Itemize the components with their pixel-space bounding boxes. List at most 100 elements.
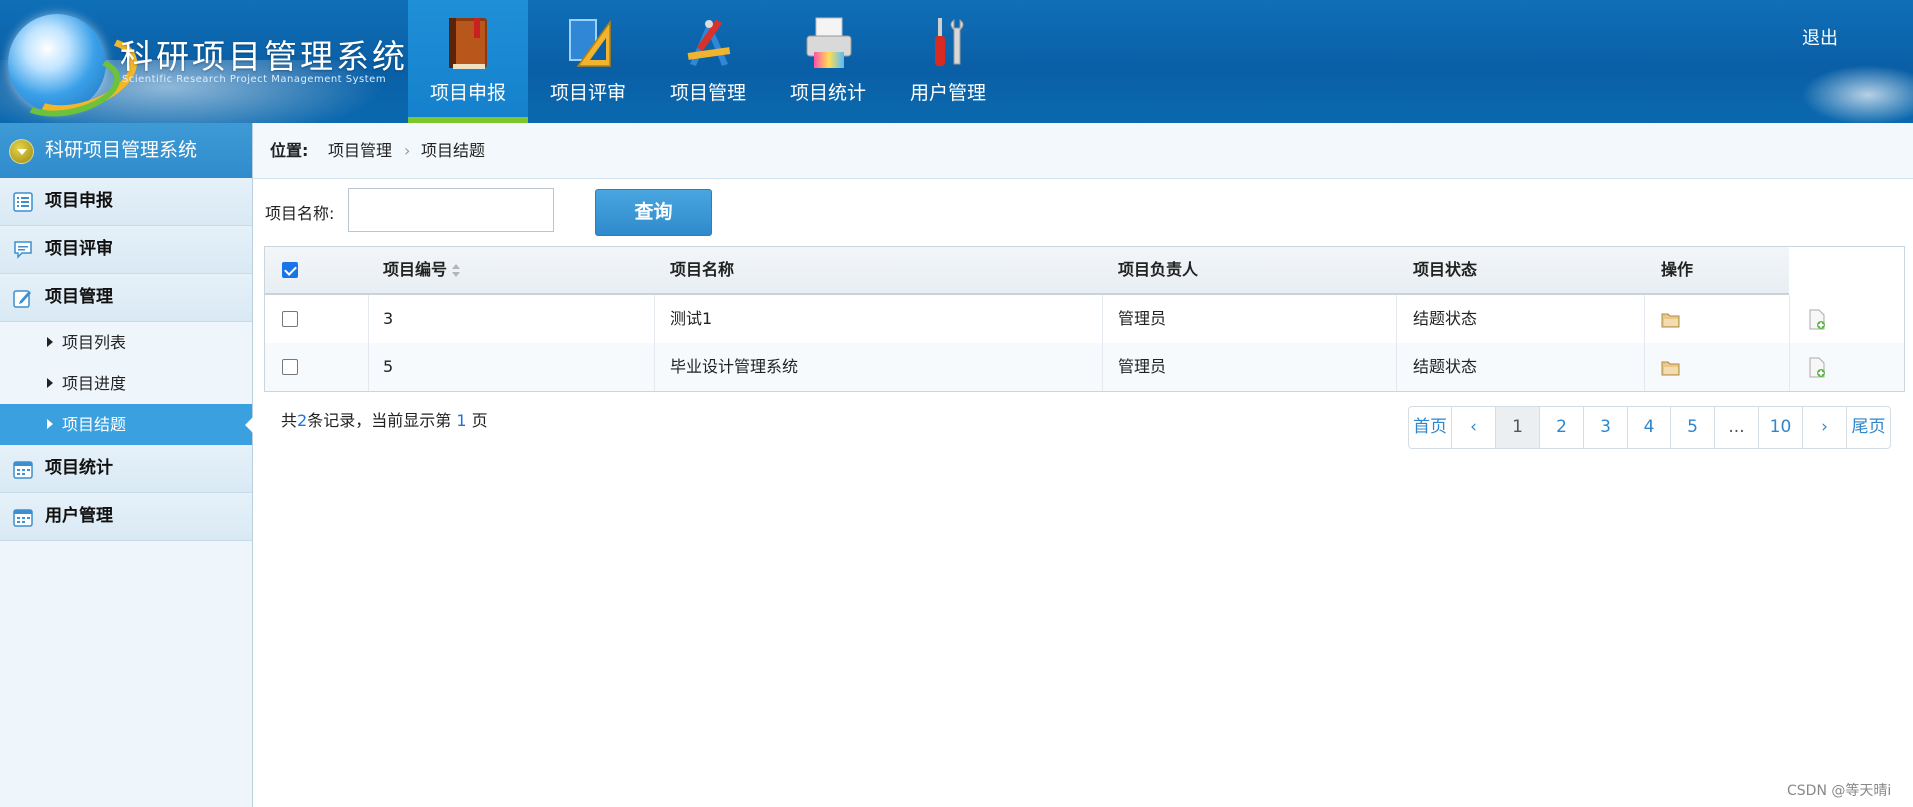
top-nav-project-review[interactable]: 项目评审 <box>528 0 648 123</box>
cell-owner: 管理员 <box>1118 357 1167 376</box>
sidebar-group-label: 项目评审 <box>45 239 113 259</box>
sidebar-group-project-review[interactable]: 项目评审 <box>0 226 252 274</box>
summary-middle: 条记录，当前显示第 <box>307 411 452 430</box>
breadcrumb-item[interactable]: 项目管理 <box>328 123 392 178</box>
column-divider <box>654 295 655 391</box>
summary-prefix: 共 <box>281 411 298 430</box>
top-nav-project-apply[interactable]: 项目申报 <box>408 0 528 123</box>
sidebar-group-label: 项目管理 <box>45 287 113 307</box>
watermark: CSDN @等天晴i <box>1787 783 1892 799</box>
table-row: 5 毕业设计管理系统 管理员 结题状态 <box>265 343 1904 391</box>
page-button[interactable]: 3 <box>1584 407 1628 448</box>
sidebar-title: 科研项目管理系统 <box>45 139 198 161</box>
breadcrumb-item[interactable]: 项目结题 <box>421 123 485 178</box>
folder-icon[interactable] <box>1661 359 1681 376</box>
top-header: 科研项目管理系统 Scientific Research Project Man… <box>0 0 1913 123</box>
tools-icon <box>935 18 964 66</box>
breadcrumb-separator-icon: › <box>404 141 411 160</box>
summary-total: 2 <box>297 411 308 430</box>
header-glow <box>1790 60 1913 123</box>
sidebar-group-user-manage[interactable]: 用户管理 <box>0 493 252 541</box>
record-summary: 共2条记录，当前显示第 1 页 <box>281 407 488 431</box>
edit-icon <box>13 290 31 308</box>
comment-icon <box>14 241 32 259</box>
column-header-id[interactable]: 项目编号 <box>383 247 461 293</box>
sidebar-item-project-progress[interactable]: 项目进度 <box>0 363 252 404</box>
query-button[interactable]: 查询 <box>595 189 712 236</box>
sidebar-group-project-stats[interactable]: 项目统计 <box>0 445 252 493</box>
sidebar-item-project-list[interactable]: 项目列表 <box>0 322 252 363</box>
last-page-button[interactable]: 尾页 <box>1847 407 1890 448</box>
add-document-icon[interactable] <box>1808 309 1826 330</box>
app-title: 科研项目管理系统 <box>120 37 408 76</box>
top-nav-label: 项目管理 <box>669 82 746 104</box>
first-page-button[interactable]: 首页 <box>1409 407 1452 448</box>
top-nav-label: 项目申报 <box>429 82 506 104</box>
column-divider <box>1102 295 1103 391</box>
cell-status: 结题状态 <box>1413 357 1478 376</box>
row-checkbox[interactable] <box>282 359 298 375</box>
collapse-icon <box>9 139 34 164</box>
breadcrumb-label: 位置: <box>270 141 309 160</box>
next-page-icon[interactable]: › <box>1803 407 1847 448</box>
list-icon <box>13 192 33 212</box>
calendar-icon <box>13 461 33 479</box>
search-label: 项目名称: <box>265 204 335 223</box>
cell-owner: 管理员 <box>1118 309 1167 328</box>
app-subtitle: Scientific Research Project Management S… <box>122 74 387 85</box>
add-document-icon[interactable] <box>1808 357 1826 378</box>
select-all-checkbox[interactable] <box>282 262 298 278</box>
sidebar-group-project-apply[interactable]: 项目申报 <box>0 178 252 226</box>
column-header-owner: 项目负责人 <box>1118 260 1199 279</box>
printer-icon <box>806 17 852 68</box>
top-nav-label: 项目评审 <box>549 82 626 104</box>
summary-page: 1 <box>456 411 467 430</box>
top-nav-label: 项目统计 <box>789 82 866 104</box>
top-nav: 项目申报 项目评审 项目管理 项目统计 用户管理 <box>408 0 1008 123</box>
breadcrumb: 位置: 项目管理 › 项目结题 <box>253 123 1913 179</box>
table-header: 项目编号 项目名称 项目负责人 项目状态 操作 <box>265 247 1789 295</box>
top-nav-user-manage[interactable]: 用户管理 <box>888 0 1008 123</box>
sidebar-group-label: 项目申报 <box>45 191 113 211</box>
row-checkbox[interactable] <box>282 311 298 327</box>
cell-status: 结题状态 <box>1413 309 1478 328</box>
top-nav-label: 用户管理 <box>909 82 986 104</box>
column-header-name: 项目名称 <box>670 260 735 279</box>
book-icon <box>449 18 487 69</box>
top-nav-project-stats[interactable]: 项目统计 <box>768 0 888 123</box>
prev-page-icon[interactable]: ‹ <box>1452 407 1496 448</box>
column-divider <box>1644 295 1645 391</box>
sidebar-group-label: 项目统计 <box>45 458 113 478</box>
cell-id: 5 <box>383 357 394 376</box>
logout-link[interactable]: 退出 <box>1802 24 1838 50</box>
column-divider <box>368 295 369 391</box>
page-button[interactable]: 2 <box>1540 407 1584 448</box>
page-button[interactable]: 4 <box>1628 407 1671 448</box>
page-ellipsis: ... <box>1715 407 1759 448</box>
sidebar-group-label: 用户管理 <box>45 506 113 526</box>
column-header-status: 项目状态 <box>1413 260 1478 279</box>
ruler-icon <box>569 19 611 67</box>
sidebar-group-project-manage[interactable]: 项目管理 <box>0 274 252 322</box>
column-header-label: 项目编号 <box>383 260 448 279</box>
column-divider <box>1789 295 1790 391</box>
pagination: 首页 ‹ 1 2 3 4 5 ... 10 › 尾页 <box>1408 406 1891 449</box>
calendar-icon <box>13 509 33 527</box>
table-row: 3 测试1 管理员 结题状态 <box>265 295 1904 343</box>
page-button[interactable]: 10 <box>1759 407 1803 448</box>
project-table: 项目编号 项目名称 项目负责人 项目状态 操作 3 测试1 管理员 结题状态 5… <box>264 246 1905 392</box>
sidebar-header[interactable]: 科研项目管理系统 <box>0 123 252 178</box>
page-button[interactable]: 1 <box>1496 407 1540 448</box>
column-divider <box>1396 295 1397 391</box>
top-nav-project-manage[interactable]: 项目管理 <box>648 0 768 123</box>
sort-icon[interactable] <box>451 263 461 278</box>
page-button[interactable]: 5 <box>1671 407 1715 448</box>
folder-icon[interactable] <box>1661 311 1681 328</box>
summary-suffix: 页 <box>471 411 488 430</box>
column-header-actions: 操作 <box>1661 260 1694 279</box>
cell-name: 测试1 <box>670 309 713 328</box>
sidebar-item-project-closing[interactable]: 项目结题 <box>0 404 253 445</box>
sidebar: 科研项目管理系统 项目申报 项目评审 项目管理 项目列表 项目进度 项目结题 项… <box>0 123 253 807</box>
design-tools-icon <box>687 19 731 66</box>
project-name-input[interactable] <box>348 188 554 232</box>
